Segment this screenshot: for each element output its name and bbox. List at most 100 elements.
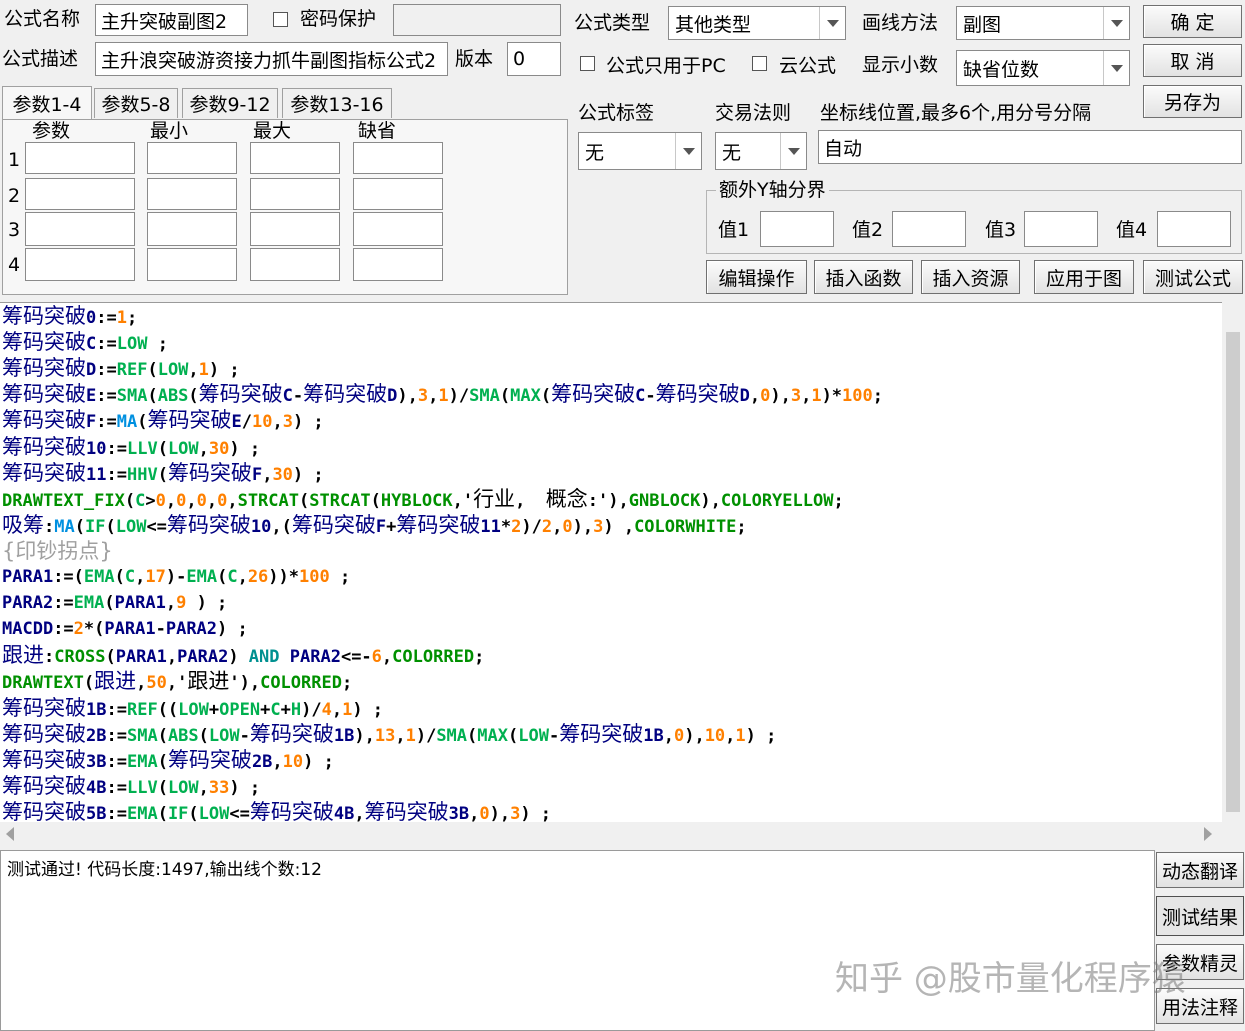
code-line[interactable]: 筹码突破5B:=EMA(IF(LOW<=筹码突破4B,筹码突破3B,0),3) … bbox=[2, 799, 551, 825]
axis-line-input[interactable]: 自动 bbox=[818, 130, 1242, 164]
param-1-default-input[interactable] bbox=[353, 142, 443, 174]
code-token: 0 bbox=[673, 725, 685, 746]
code-line[interactable]: DRAWTEXT(跟进,50,'跟进'),COLORRED; bbox=[2, 668, 352, 694]
chevron-down-icon[interactable] bbox=[675, 133, 701, 169]
param-2-max-input[interactable] bbox=[250, 178, 340, 210]
dynamic-translate-button[interactable]: 动态翻译 bbox=[1156, 852, 1244, 888]
tab-params-13-16[interactable]: 参数13-16 bbox=[282, 88, 392, 118]
tab-params-9-12[interactable]: 参数9-12 bbox=[182, 88, 278, 118]
code-token: 5B bbox=[86, 803, 107, 824]
code-token: 筹码突破 bbox=[249, 799, 334, 824]
y-value-3-input[interactable] bbox=[1024, 211, 1098, 247]
code-token: ), bbox=[354, 725, 375, 746]
code-line[interactable]: MACDD:=2*(PARA1-PARA2) ; bbox=[2, 616, 248, 642]
code-line[interactable]: {印钞拐点} bbox=[2, 538, 113, 564]
tab-params-5-8[interactable]: 参数5-8 bbox=[94, 88, 178, 118]
param-2-default-input[interactable] bbox=[353, 178, 443, 210]
password-checkbox[interactable] bbox=[273, 12, 288, 27]
code-token: ( bbox=[104, 593, 115, 614]
param-2-name-input[interactable] bbox=[25, 178, 135, 210]
code-line[interactable]: DRAWTEXT_FIX(C>0,0,0,0,STRCAT(STRCAT(HYB… bbox=[2, 486, 844, 512]
code-token: C bbox=[282, 386, 293, 407]
vertical-scrollbar[interactable] bbox=[1222, 302, 1245, 822]
code-line[interactable]: 筹码突破E:=SMA(ABS(筹码突破C-筹码突破D),3,1)/SMA(MAX… bbox=[2, 381, 883, 407]
param-1-min-input[interactable] bbox=[147, 142, 237, 174]
param-3-max-input[interactable] bbox=[250, 212, 340, 246]
trade-rule-select[interactable]: 无 bbox=[715, 132, 807, 170]
param-3-default-input[interactable] bbox=[353, 212, 443, 246]
insert-function-button[interactable]: 插入函数 bbox=[814, 260, 913, 294]
scrollbar-thumb[interactable] bbox=[1226, 332, 1240, 812]
param-4-name-input[interactable] bbox=[25, 248, 135, 281]
cancel-button[interactable]: 取 消 bbox=[1143, 44, 1242, 77]
y-value-4-input[interactable] bbox=[1157, 211, 1231, 247]
param-3-min-input[interactable] bbox=[147, 212, 237, 246]
param-3-name-input[interactable] bbox=[25, 212, 135, 246]
code-line[interactable]: 跟进:CROSS(PARA1,PARA2) AND PARA2<=-6,COLO… bbox=[2, 642, 484, 668]
test-result-button[interactable]: 测试结果 bbox=[1156, 896, 1244, 936]
code-token: 概念 bbox=[545, 486, 588, 511]
insert-resource-button[interactable]: 插入资源 bbox=[921, 260, 1020, 294]
code-token: , bbox=[395, 725, 406, 746]
tab-params-1-4[interactable]: 参数1-4 bbox=[2, 86, 92, 120]
code-token: <= bbox=[146, 516, 167, 537]
code-token: C bbox=[635, 386, 646, 407]
chevron-down-icon[interactable] bbox=[1103, 51, 1129, 85]
code-line[interactable]: 筹码突破2B:=SMA(ABS(LOW-筹码突破1B),13,1)/SMA(MA… bbox=[2, 721, 776, 747]
formula-type-select[interactable]: 其他类型 bbox=[668, 6, 846, 40]
y-value-2-input[interactable] bbox=[892, 211, 966, 247]
code-token: 筹码突破 bbox=[2, 460, 86, 485]
param-4-max-input[interactable] bbox=[250, 248, 340, 281]
code-line[interactable]: 筹码突破4B:=LLV(LOW,33) ; bbox=[2, 773, 260, 799]
code-token: 0 bbox=[155, 490, 166, 511]
code-token: 3 bbox=[417, 386, 429, 407]
param-2-min-input[interactable] bbox=[147, 178, 237, 210]
test-formula-button[interactable]: 测试公式 bbox=[1143, 260, 1243, 294]
code-line[interactable]: 筹码突破D:=REF(LOW,1) ; bbox=[2, 355, 240, 381]
formula-name-input[interactable]: 主升突破副图2 bbox=[95, 4, 248, 36]
code-token: EMA bbox=[186, 567, 218, 587]
param-4-min-input[interactable] bbox=[147, 248, 237, 281]
code-line[interactable]: 筹码突破3B:=EMA(筹码突破2B,10) ; bbox=[2, 747, 334, 773]
chevron-down-icon[interactable] bbox=[780, 133, 806, 169]
pc-only-checkbox[interactable] bbox=[580, 56, 595, 71]
param-4-default-input[interactable] bbox=[353, 248, 443, 281]
save-as-button[interactable]: 另存为 bbox=[1143, 85, 1242, 118]
param-1-max-input[interactable] bbox=[250, 142, 340, 174]
code-line[interactable]: 筹码突破11:=HHV(筹码突破F,30) ; bbox=[2, 460, 324, 486]
code-token: , bbox=[749, 386, 761, 407]
password-input[interactable] bbox=[393, 4, 561, 36]
code-token: H bbox=[290, 699, 302, 720]
code-line[interactable]: PARA2:=EMA(PARA1,9 ) ; bbox=[2, 590, 227, 616]
edit-operation-button[interactable]: 编辑操作 bbox=[706, 260, 807, 294]
chevron-down-icon[interactable] bbox=[1103, 7, 1129, 39]
version-input[interactable]: 0 bbox=[507, 42, 561, 76]
code-line[interactable]: PARA1:=(EMA(C,17)-EMA(C,26))*100 ; bbox=[2, 564, 350, 590]
code-line[interactable]: 筹码突破0:=1; bbox=[2, 303, 137, 329]
apply-to-chart-button[interactable]: 应用于图 bbox=[1034, 260, 1134, 294]
scroll-right-icon[interactable] bbox=[1204, 827, 1212, 841]
code-token: 1 bbox=[342, 699, 353, 720]
formula-desc-input[interactable]: 主升浪突破游资接力抓牛副图指标公式2 bbox=[95, 42, 448, 76]
code-line[interactable]: 筹码突破F:=MA(筹码突破E/10,3) ; bbox=[2, 407, 324, 433]
decimals-select[interactable]: 缺省位数 bbox=[956, 50, 1130, 86]
code-token: PARA2 bbox=[2, 593, 54, 614]
code-token: :=( bbox=[53, 567, 84, 587]
code-line[interactable]: 筹码突破C:=LOW ; bbox=[2, 329, 168, 355]
code-line[interactable]: 筹码突破1B:=REF((LOW+OPEN+C+H)/4,1) ; bbox=[2, 695, 383, 721]
param-1-name-input[interactable] bbox=[25, 142, 135, 174]
ok-button[interactable]: 确 定 bbox=[1143, 5, 1242, 38]
code-token: 筹码突破 bbox=[2, 330, 86, 355]
code-token: , bbox=[725, 725, 736, 746]
cloud-checkbox[interactable] bbox=[752, 56, 767, 71]
code-line[interactable]: 筹码突破10:=LLV(LOW,30) ; bbox=[2, 434, 260, 460]
param-row-index: 1 bbox=[8, 149, 21, 171]
code-editor[interactable]: 筹码突破0:=1; 筹码突破C:=LOW ; 筹码突破D:=REF(LOW,1) ;… bbox=[0, 302, 1245, 845]
draw-method-select[interactable]: 副图 bbox=[956, 6, 1130, 40]
chevron-down-icon[interactable] bbox=[819, 7, 845, 39]
code-line[interactable]: 吸筹:MA(IF(LOW<=筹码突破10,(筹码突破F+筹码突破11*2)/2,… bbox=[2, 512, 747, 538]
horizontal-scrollbar[interactable] bbox=[0, 822, 1245, 845]
y-value-1-input[interactable] bbox=[760, 211, 834, 247]
scroll-left-icon[interactable] bbox=[6, 827, 14, 841]
formula-tag-select[interactable]: 无 bbox=[578, 132, 702, 170]
